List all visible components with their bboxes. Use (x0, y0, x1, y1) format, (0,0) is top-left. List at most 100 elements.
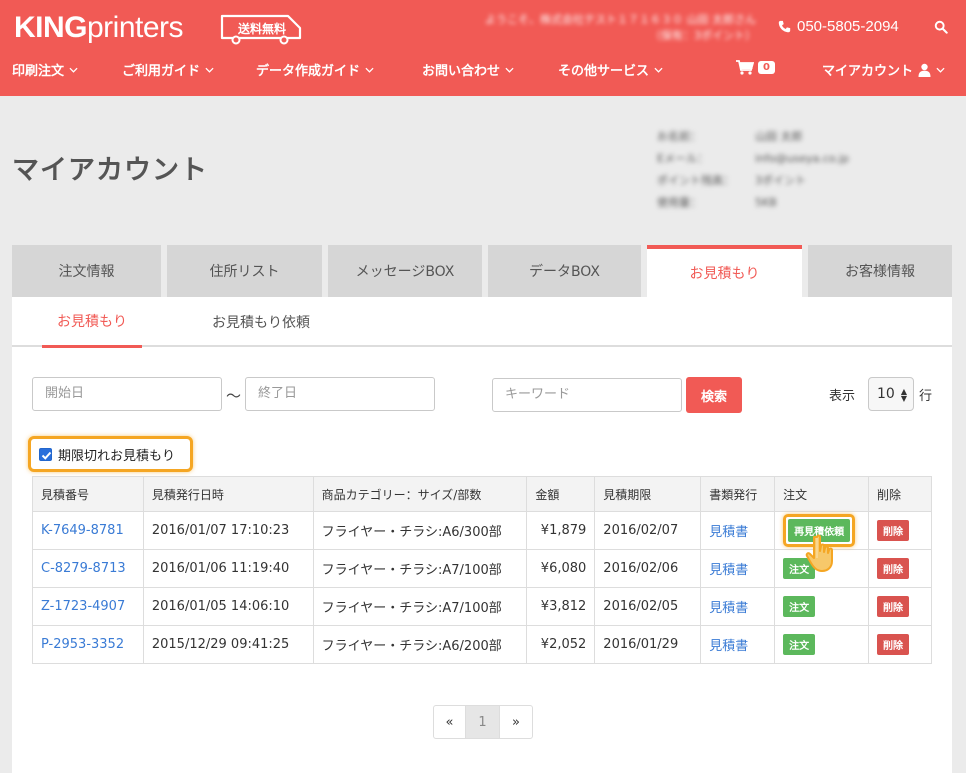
user-info-row: ポイント残高： 3ポイント (657, 174, 806, 187)
subtab-estimates[interactable]: お見積もり (42, 297, 142, 348)
date-range-separator: 〜 (226, 387, 242, 405)
estimate-id-link[interactable]: K-7649-8781 (41, 523, 124, 538)
pointer-hand-icon (805, 534, 833, 572)
tab-data-box[interactable]: データBOX (488, 245, 641, 297)
expired-estimates-checkbox[interactable]: 期限切れお見積もり (28, 436, 193, 472)
user-info-row: お名前： 山田 太郎 (657, 130, 803, 143)
keyword-input[interactable]: キーワード (492, 378, 682, 412)
start-date-input[interactable]: 開始日 (32, 377, 222, 411)
issue-date: 2016/01/06 11:19:40 (142, 549, 314, 588)
page-title: マイアカウント (12, 155, 208, 186)
price: ¥3,812 (526, 587, 596, 626)
order-button[interactable]: 注文 (783, 596, 816, 617)
show-label: 表示 (829, 389, 856, 404)
subtab-estimate-requests[interactable]: お見積もり依頼 (202, 297, 320, 347)
current-page[interactable]: 1 (466, 706, 500, 738)
expiry-date: 2016/02/05 (594, 587, 702, 626)
col-issue-date: 見積発行日時 (142, 476, 314, 512)
col-delete: 削除 (868, 476, 932, 512)
tab-message-box[interactable]: メッセージBOX (328, 245, 482, 297)
delete-button[interactable]: 削除 (877, 520, 909, 541)
tab-customer-info[interactable]: お客様情報 (808, 245, 952, 297)
table-row: K-7649-8781 2016/01/07 17:10:23 フライヤー・チラ… (32, 511, 932, 550)
free-shipping-badge: 送料無料 (218, 12, 304, 46)
col-order: 注文 (774, 476, 869, 512)
main-nav: 印刷注文 ご利用ガイド データ作成ガイド お問い合わせ その他サービス 0 マイ… (0, 60, 966, 84)
col-estimate-id: 見積番号 (32, 476, 144, 512)
col-expiry: 見積期限 (594, 476, 702, 512)
chevron-down-icon (505, 67, 514, 73)
checkbox-checked-icon[interactable] (39, 447, 52, 461)
search-icon[interactable] (934, 20, 948, 34)
product-info: フライヤー・チラシ:A7/100部 (312, 587, 528, 626)
estimate-document-link[interactable]: 見積書 (709, 639, 748, 654)
tab-address-list[interactable]: 住所リスト (167, 245, 322, 297)
user-icon (918, 63, 931, 77)
phone-icon (778, 20, 791, 33)
pagination: « 1 » (433, 705, 533, 739)
price: ¥2,052 (526, 625, 596, 664)
nav-other-services[interactable]: その他サービス (558, 60, 663, 79)
delete-button[interactable]: 削除 (877, 634, 909, 655)
user-info: お名前： 山田 太郎 Eメール： info@useya.co.jp ポイント残高： 3… (657, 126, 849, 214)
tab-order-info[interactable]: 注文情報 (12, 245, 161, 297)
product-info: フライヤー・チラシ:A7/100部 (312, 549, 528, 588)
phone-number[interactable]: 050-5805-2094 (778, 18, 899, 35)
end-date-input[interactable]: 終了日 (245, 377, 435, 411)
expiry-date: 2016/02/07 (594, 511, 702, 550)
user-info-row: Eメール： info@useya.co.jp (657, 152, 849, 165)
col-price: 金額 (526, 476, 596, 512)
estimate-document-link[interactable]: 見積書 (709, 563, 748, 578)
rows-per-page-select[interactable]: 10 ▲ ▼ (868, 377, 914, 411)
estimate-document-link[interactable]: 見積書 (709, 601, 748, 616)
cart-count-badge: 0 (758, 61, 775, 74)
estimate-id-link[interactable]: C-8279-8713 (41, 561, 126, 576)
table-row: C-8279-8713 2016/01/06 11:19:40 フライヤー・チラ… (32, 549, 932, 588)
nav-contact[interactable]: お問い合わせ (422, 60, 514, 79)
table-header-row: 見積番号 見積発行日時 商品カテゴリー：サイズ/部数 金額 見積期限 書類発行 … (32, 476, 932, 512)
col-product: 商品カテゴリー：サイズ/部数 (312, 476, 528, 512)
nav-data-guide[interactable]: データ作成ガイド (256, 60, 374, 79)
delete-button[interactable]: 削除 (877, 596, 909, 617)
estimates-table: 見積番号 見積発行日時 商品カテゴリー：サイズ/部数 金額 見積期限 書類発行 … (32, 476, 932, 664)
estimates-panel: お見積もり お見積もり依頼 開始日 〜 終了日 キーワード 検索 表示 10 ▲… (12, 297, 952, 773)
issue-date: 2016/01/07 17:10:23 (142, 511, 314, 550)
table-row: P-2953-3352 2015/12/29 09:41:25 フライヤー・チラ… (32, 625, 932, 664)
estimate-id-link[interactable]: P-2953-3352 (41, 637, 124, 652)
tab-estimates[interactable]: お見積もり (647, 245, 802, 297)
next-page-button[interactable]: » (500, 706, 532, 738)
rows-label: 行 (919, 389, 933, 404)
expiry-date: 2016/01/29 (594, 625, 702, 664)
chevron-down-icon (936, 67, 945, 73)
nav-user-guide[interactable]: ご利用ガイド (122, 60, 214, 79)
nav-my-account[interactable]: マイアカウント (822, 60, 945, 79)
table-row: Z-1723-4907 2016/01/05 14:06:10 フライヤー・チラ… (32, 587, 932, 626)
product-info: フライヤー・チラシ:A6/300部 (312, 511, 528, 550)
order-button[interactable]: 注文 (783, 634, 816, 655)
estimate-document-link[interactable]: 見積書 (709, 525, 748, 540)
issue-date: 2015/12/29 09:41:25 (142, 625, 314, 664)
search-button[interactable]: 検索 (686, 377, 742, 413)
cart-icon (736, 60, 754, 75)
delete-button[interactable]: 削除 (877, 558, 909, 579)
product-info: フライヤー・チラシ:A6/200部 (312, 625, 528, 664)
chevron-down-icon (365, 67, 374, 73)
col-document: 書類発行 (700, 476, 776, 512)
estimate-id-link[interactable]: Z-1723-4907 (41, 599, 125, 614)
welcome-message: ようこそ、株式会社テスト１７１６３０ 山田 太郎さん （保有：3ポイント） (485, 13, 756, 42)
nav-print-order[interactable]: 印刷注文 (12, 60, 78, 79)
account-tabs: 注文情報 住所リスト メッセージBOX データBOX お見積もり お客様情報 (12, 245, 952, 297)
issue-date: 2016/01/05 14:06:10 (142, 587, 314, 626)
expiry-date: 2016/02/06 (594, 549, 702, 588)
estimate-subtabs: お見積もり お見積もり依頼 (12, 297, 952, 348)
price: ¥1,879 (526, 511, 596, 550)
chevron-down-icon (205, 67, 214, 73)
chevron-down-icon (69, 67, 78, 73)
site-header: KINGprinters 送料無料 ようこそ、株式会社テスト１７１６３０ 山田 … (0, 0, 966, 96)
select-arrows-icon: ▲ ▼ (900, 387, 907, 403)
chevron-down-icon (654, 67, 663, 73)
site-logo[interactable]: KINGprinters (14, 11, 184, 45)
price: ¥6,080 (526, 549, 596, 588)
cart-button[interactable]: 0 (736, 60, 775, 75)
prev-page-button[interactable]: « (434, 706, 466, 738)
